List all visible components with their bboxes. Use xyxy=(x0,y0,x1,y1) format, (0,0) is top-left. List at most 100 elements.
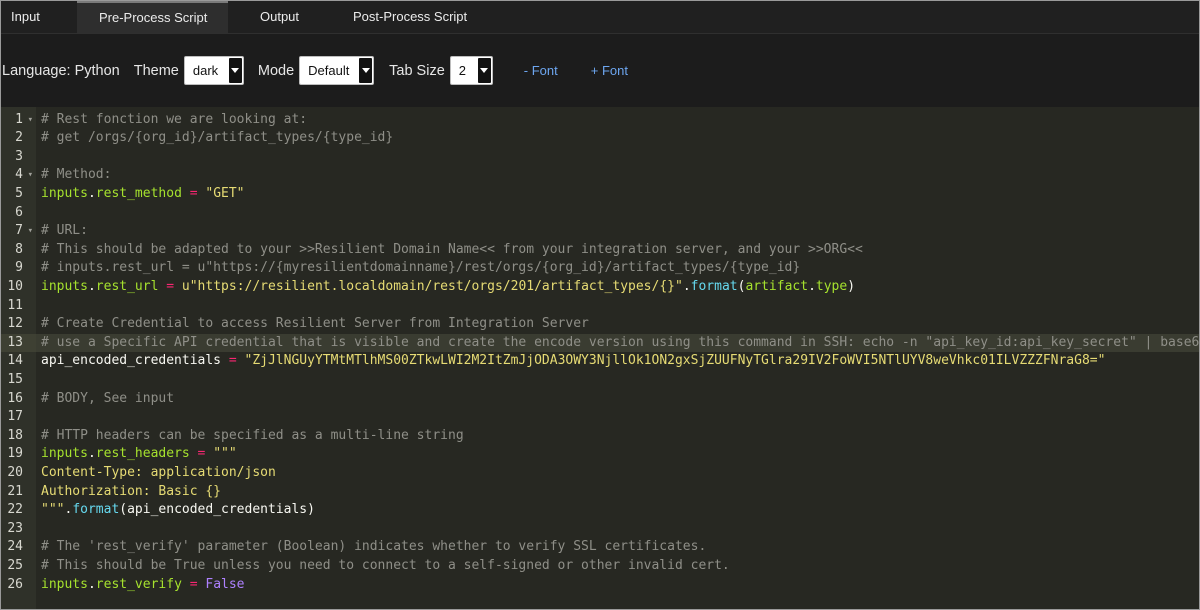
code-token: = xyxy=(189,576,198,592)
code-line[interactable]: inputs.rest_verify = False xyxy=(36,576,1199,595)
mode-select-value: Default xyxy=(308,63,350,78)
code-token: """ xyxy=(41,502,65,518)
code-line[interactable]: # URL: xyxy=(36,222,1199,241)
code-token: # use a Specific API credential that is … xyxy=(41,334,1200,350)
code-token: # URL: xyxy=(41,223,88,239)
code-line[interactable]: inputs.rest_method = "GET" xyxy=(36,185,1199,204)
theme-select[interactable]: dark xyxy=(183,56,244,85)
increase-font-button[interactable]: + Font xyxy=(591,63,628,78)
code-token: = xyxy=(228,353,237,369)
code-line[interactable]: # HTTP headers can be specified as a mul… xyxy=(36,427,1199,446)
code-line[interactable]: # Method: xyxy=(36,166,1199,185)
code-line[interactable]: # BODY, See input xyxy=(36,390,1199,409)
code-token: inputs xyxy=(41,576,88,592)
code-line[interactable] xyxy=(36,204,1199,223)
line-number: 1 xyxy=(1,111,36,130)
line-number: 22 xyxy=(7,502,23,518)
code-line[interactable]: # inputs.rest_url = u"https://{myresilie… xyxy=(36,259,1199,278)
decrease-font-button[interactable]: - Font xyxy=(524,63,558,78)
code-line[interactable] xyxy=(36,148,1199,167)
code-line[interactable]: Authorization: Basic {} xyxy=(36,483,1199,502)
line-number: 4 xyxy=(1,166,36,185)
code-line[interactable]: # The 'rest_verify' parameter (Boolean) … xyxy=(36,538,1199,557)
code-token: format xyxy=(72,502,120,518)
code-line[interactable] xyxy=(36,297,1199,316)
code-token: # Method: xyxy=(41,167,112,183)
code-token: False xyxy=(205,576,245,592)
code-area[interactable]: # Rest fonction we are looking at: # get … xyxy=(36,107,1199,609)
editor-toolbar: Language: Python Theme dark Mode Default… xyxy=(1,34,1199,107)
code-token: # HTTP headers can be specified as a mul… xyxy=(41,427,464,443)
line-number: 6 xyxy=(15,204,23,220)
code-token: "ZjJlNGUyYTMtMTlhMS00ZTkwLWI2M2ItZmJjODA… xyxy=(244,353,1106,369)
code-line[interactable]: """.format(api_encoded_credentials) xyxy=(36,501,1199,520)
code-token: inputs xyxy=(41,278,88,294)
code-token: "GET" xyxy=(205,185,245,201)
code-line[interactable]: # This should be True unless you need to… xyxy=(36,557,1199,576)
code-token: . xyxy=(87,576,96,592)
theme-select-value: dark xyxy=(192,63,219,78)
code-token: rest_headers xyxy=(95,446,190,462)
line-number: 12 xyxy=(7,316,23,332)
line-number: 8 xyxy=(15,241,23,257)
code-token: artifact xyxy=(745,278,809,294)
code-token: = xyxy=(189,185,198,201)
code-token: # inputs.rest_url = u"https://{myresilie… xyxy=(41,260,801,276)
code-token: type xyxy=(815,278,848,294)
line-number: 14 xyxy=(7,353,23,369)
line-number: 16 xyxy=(7,390,23,406)
code-line[interactable] xyxy=(36,371,1199,390)
code-line[interactable] xyxy=(36,520,1199,539)
code-token: rest_verify xyxy=(95,576,182,592)
line-number: 10 xyxy=(7,278,23,294)
line-number: 5 xyxy=(15,185,23,201)
code-token: rest_method xyxy=(95,185,182,201)
code-token: format xyxy=(690,278,738,294)
tab-size-label: Tab Size xyxy=(389,62,445,79)
code-line[interactable]: # use a Specific API credential that is … xyxy=(36,333,1200,353)
code-line[interactable] xyxy=(36,408,1199,427)
code-token: # BODY, See input xyxy=(41,390,175,406)
line-number: 23 xyxy=(7,520,23,536)
line-number: 19 xyxy=(7,446,23,462)
code-token: # This should be adapted to your >>Resil… xyxy=(41,241,863,257)
code-token: Authorization: Basic {} xyxy=(41,483,222,499)
line-number: 20 xyxy=(7,464,23,480)
line-number: 18 xyxy=(7,427,23,443)
tab-output[interactable]: Output xyxy=(228,1,353,33)
line-number: 26 xyxy=(7,576,23,592)
script-editor-window: Input Pre-Process Script Output Post-Pro… xyxy=(0,0,1200,610)
tab-pre-process-script[interactable]: Pre-Process Script xyxy=(77,1,228,33)
code-token: . xyxy=(87,446,96,462)
code-line[interactable]: Content-Type: application/json xyxy=(36,464,1199,483)
code-token: inputs xyxy=(41,446,88,462)
code-line[interactable]: inputs.rest_headers = """ xyxy=(36,445,1199,464)
line-number: 3 xyxy=(15,148,23,164)
line-number: 24 xyxy=(7,539,23,555)
code-line[interactable]: api_encoded_credentials = "ZjJlNGUyYTMtM… xyxy=(36,352,1199,371)
code-token: Content-Type: application/json xyxy=(41,464,276,480)
code-line[interactable]: # Create Credential to access Resilient … xyxy=(36,315,1199,334)
line-number: 25 xyxy=(7,557,23,573)
code-token: """ xyxy=(213,446,237,462)
line-number: 7 xyxy=(1,222,36,241)
code-line[interactable]: # Rest fonction we are looking at: xyxy=(36,111,1199,130)
tab-bar: Input Pre-Process Script Output Post-Pro… xyxy=(1,1,1199,34)
code-line[interactable]: inputs.rest_url = u"https://resilient.lo… xyxy=(36,278,1199,297)
mode-select[interactable]: Default xyxy=(299,56,375,85)
code-editor[interactable]: 1234567891011121314151617181920212223242… xyxy=(1,107,1199,609)
tab-input[interactable]: Input xyxy=(1,1,77,33)
line-number: 15 xyxy=(7,371,23,387)
code-token: # Create Credential to access Resilient … xyxy=(41,316,589,332)
code-token: . xyxy=(808,278,816,294)
line-number: 9 xyxy=(15,260,23,276)
tab-post-process-script[interactable]: Post-Process Script xyxy=(353,1,477,33)
tab-size-select[interactable]: 2 xyxy=(449,56,493,85)
code-line[interactable]: # get /orgs/{org_id}/artifact_types/{typ… xyxy=(36,129,1199,148)
theme-label: Theme xyxy=(133,62,179,79)
code-line[interactable]: # This should be adapted to your >>Resil… xyxy=(36,241,1199,260)
